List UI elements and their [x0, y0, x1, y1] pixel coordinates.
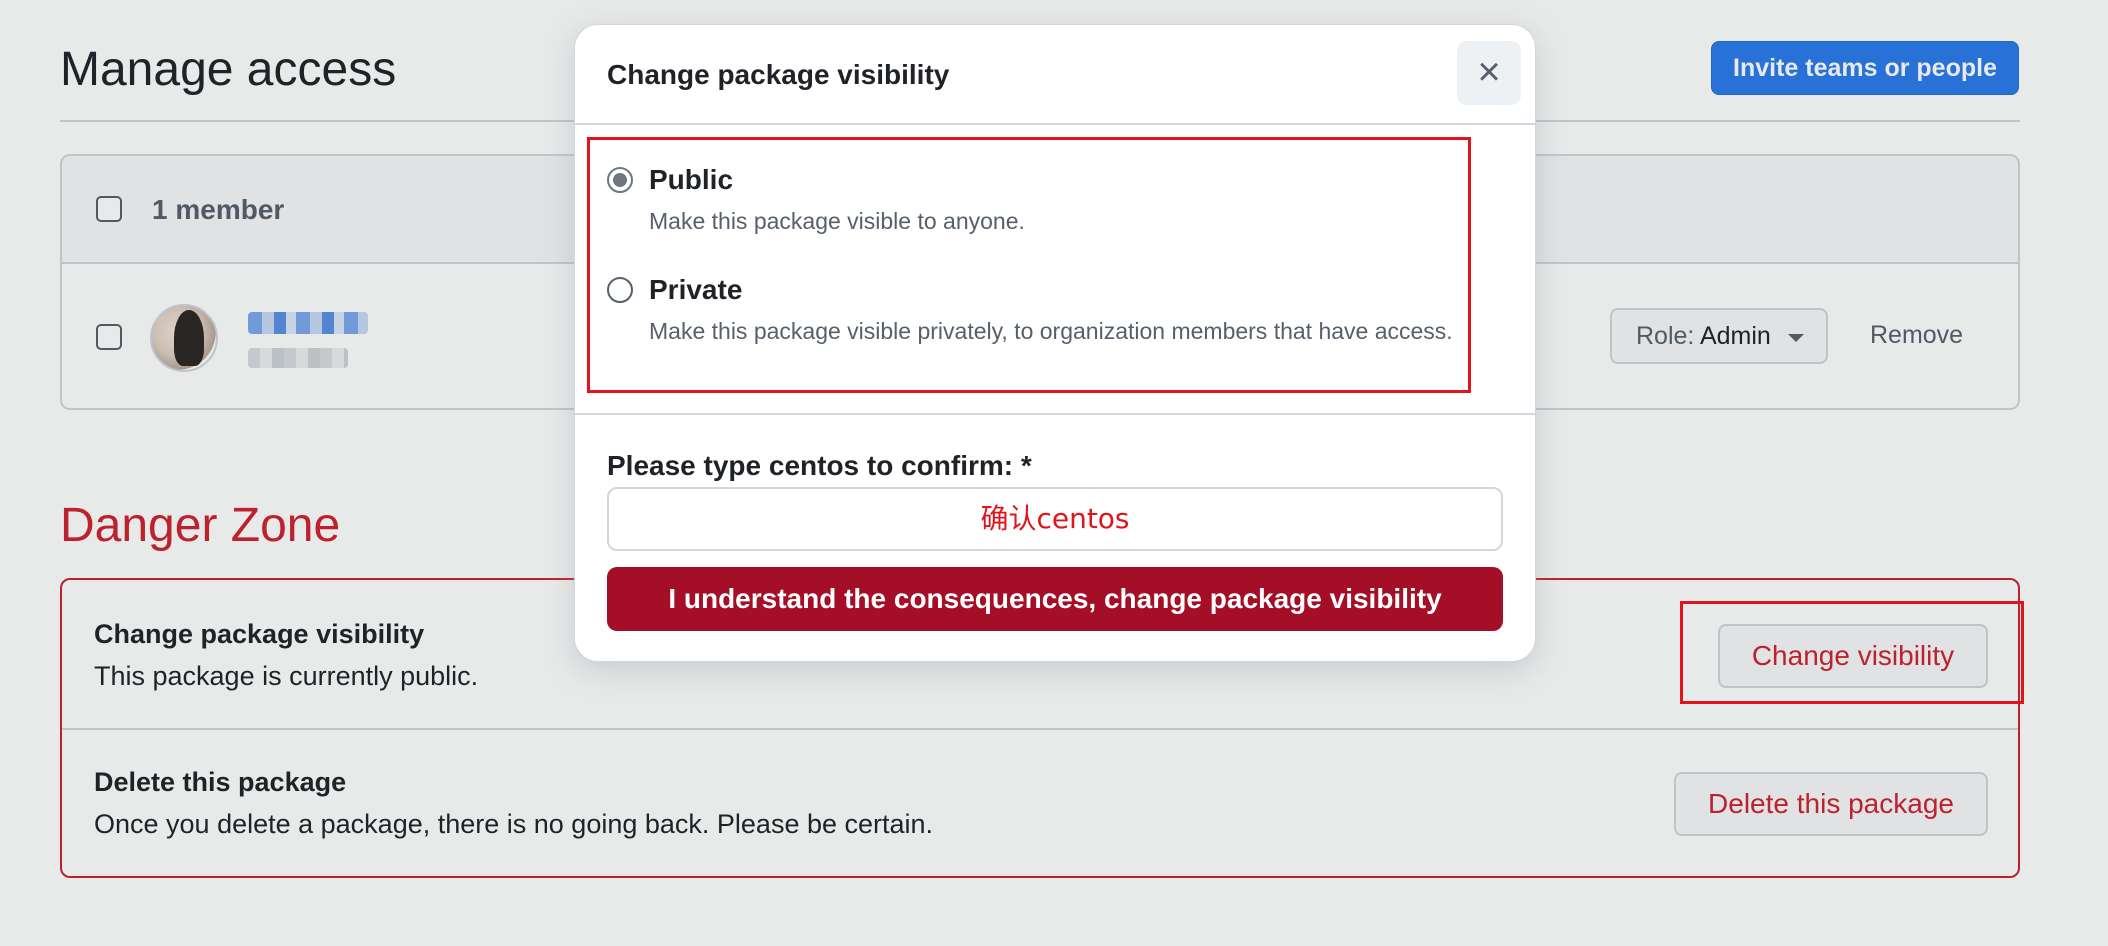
dialog-title: Change package visibility: [607, 59, 950, 90]
annotation-box-change-visibility: [1680, 601, 2024, 704]
package-settings-page: Manage access Invite teams or people 1 m…: [0, 0, 2108, 946]
annotation-box-visibility-options: [587, 137, 1471, 393]
dialog-body-divider: [575, 413, 1535, 415]
confirm-input[interactable]: 确认centos: [607, 487, 1503, 551]
confirm-label: Please type centos to confirm: *: [607, 450, 1032, 481]
dialog-header-divider: [575, 123, 1535, 125]
confirm-change-visibility-button[interactable]: I understand the consequences, change pa…: [607, 567, 1503, 631]
change-visibility-dialog: Change package visibility × Public Make …: [574, 24, 1536, 662]
close-icon[interactable]: ×: [1457, 41, 1521, 105]
